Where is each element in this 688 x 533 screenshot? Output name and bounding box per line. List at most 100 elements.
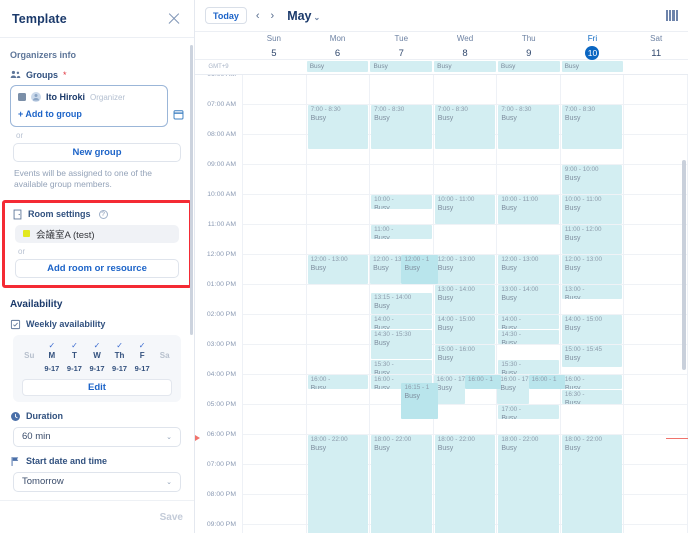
edit-availability-button[interactable]: Edit [22, 378, 172, 396]
calendar-icon[interactable] [173, 107, 184, 120]
hour-cell[interactable] [243, 105, 306, 135]
all-day-cell[interactable]: Busy [433, 60, 497, 74]
calendar-event[interactable]: 16:00 - 1 [528, 375, 565, 389]
hour-cell[interactable] [243, 225, 306, 255]
calendar-event[interactable]: 10:00 - 11:00 Busy [561, 195, 623, 224]
help-icon[interactable]: ? [98, 209, 108, 219]
hour-cell[interactable] [624, 225, 688, 255]
day-header-sun[interactable]: Sun 5 [242, 32, 306, 59]
calendar-event[interactable]: 13:00 - 14:00 Busy [434, 285, 496, 314]
hour-cell[interactable] [624, 105, 688, 135]
calendar-event[interactable]: 16:00 - 17:00 Busy [433, 375, 466, 404]
calendar-event[interactable]: 14:30 - Busy [498, 330, 559, 344]
calendar-event[interactable]: 14:00 - 15:00 Busy [561, 315, 623, 344]
hour-cell[interactable] [306, 195, 370, 225]
add-to-group-button[interactable]: + Add to group [18, 109, 160, 119]
all-day-event[interactable]: Busy [370, 61, 433, 72]
hour-cell[interactable] [243, 345, 306, 375]
hour-cell[interactable] [624, 495, 688, 525]
calendar-event[interactable]: 16:00 - Busy [561, 375, 623, 389]
day-column-tue[interactable]: 7:00 - 8:30 Busy 10:00 - Busy 11:00 - Busy 1… [369, 75, 438, 533]
calendar-scrollbar[interactable] [682, 160, 686, 370]
calendar-event[interactable]: 12:00 - 13:00 Busy [434, 255, 496, 284]
hour-cell[interactable] [243, 435, 306, 465]
hour-cell[interactable] [306, 165, 370, 195]
all-day-cell[interactable]: Busy [369, 60, 433, 74]
day-header-tue[interactable]: Tue 7 [369, 32, 433, 59]
calendar-event[interactable]: 16:00 - 1 [465, 375, 502, 389]
chevron-right-icon[interactable]: › [269, 10, 277, 22]
calendar-event[interactable]: 7:00 - 8:30 Busy [307, 105, 369, 149]
panel-scrollbar[interactable] [190, 45, 193, 335]
duration-select[interactable]: 60 min ⌄ [13, 426, 181, 447]
all-day-cell[interactable] [624, 60, 688, 74]
calendar-event[interactable]: 13:00 - Busy [561, 285, 623, 299]
hour-cell[interactable] [243, 195, 306, 225]
hour-cell[interactable] [624, 285, 688, 315]
calendar-event[interactable]: 7:00 - 8:30 Busy [561, 105, 623, 149]
calendar-event[interactable]: 14:00 - 15:00 Busy [434, 315, 496, 344]
calendar-event[interactable]: 16:00 - 17:00 Busy [497, 375, 529, 404]
day-header-mon[interactable]: Mon 6 [306, 32, 370, 59]
day-column-mon[interactable]: 7:00 - 8:30 Busy 12:00 - 13:00 Busy 16:00 - … [305, 75, 370, 533]
day-column-thu[interactable]: 7:00 - 8:30 Busy 10:00 - 11:00 Busy 12:00 - … [496, 75, 565, 533]
hour-cell[interactable] [497, 75, 560, 105]
hour-cell[interactable] [433, 225, 497, 255]
calendar-event[interactable]: 15:00 - 15:45 Busy [561, 345, 623, 367]
hour-cell[interactable] [243, 405, 306, 435]
new-group-button[interactable]: New group [13, 143, 181, 162]
calendar-event[interactable]: 18:00 - 22:00 Busy [434, 435, 496, 533]
add-room-or-resource-button[interactable]: Add room or resource [15, 258, 179, 278]
hour-cell[interactable] [624, 195, 688, 225]
calendar-event[interactable]: 10:00 - 11:00 Busy [434, 195, 496, 224]
calendar-event[interactable]: 18:00 - 22:00 Busy [498, 435, 559, 533]
hour-cell[interactable] [243, 165, 306, 195]
room-chip[interactable]: 会議室A (test) [15, 224, 179, 243]
checkbox-icon[interactable] [18, 93, 26, 101]
calendar-event[interactable]: 14:00 - Busy [498, 315, 559, 329]
hour-cell[interactable] [433, 405, 497, 435]
hour-cell[interactable] [433, 165, 497, 195]
calendar-event[interactable]: 13:15 - 14:00 Busy [371, 292, 432, 314]
hour-cell[interactable] [624, 315, 688, 345]
calendar-event[interactable]: 18:00 - 22:00 Busy [307, 435, 369, 533]
day-header-thu[interactable]: Thu 9 [497, 32, 561, 59]
all-day-cell[interactable]: Busy [561, 60, 625, 74]
calendar-event[interactable]: 9:00 - 10:00 Busy [561, 165, 623, 194]
calendar-grid-scroll[interactable]: 06:00 AM07:00 AM 08:00 AM 09:00 AM 10:00 AM… [195, 75, 688, 533]
calendar-event[interactable]: 13:00 - 14:00 Busy [498, 285, 559, 314]
calendar-event[interactable]: 14:30 - 15:30 Busy [371, 330, 432, 359]
all-day-event[interactable]: Busy [434, 61, 496, 72]
group-member-row[interactable]: Ito Hiroki Organizer [18, 92, 160, 102]
close-icon[interactable] [166, 11, 182, 27]
hour-cell[interactable] [243, 315, 306, 345]
hour-cell[interactable] [306, 405, 370, 435]
calendar-event[interactable]: 12:00 - 13:00 Busy [498, 255, 559, 284]
hour-cell[interactable] [243, 495, 306, 525]
all-day-event[interactable]: Busy [561, 61, 624, 72]
hour-cell[interactable] [243, 465, 306, 495]
hour-cell[interactable] [624, 255, 688, 285]
hour-cell[interactable] [624, 375, 688, 405]
hour-cell[interactable] [243, 135, 306, 165]
week-check-f[interactable]: ✓ [131, 341, 154, 351]
hour-cell[interactable] [243, 525, 306, 533]
calendar-event[interactable]: 11:00 - 12:00 Busy [561, 225, 623, 254]
hour-cell[interactable] [306, 315, 370, 345]
all-day-event[interactable]: Busy [306, 61, 369, 72]
calendar-event[interactable]: 12:00 - 1 Busy [401, 255, 438, 284]
day-header-wed[interactable]: Wed 8 [433, 32, 497, 59]
hour-cell[interactable] [370, 165, 433, 195]
day-column-wed[interactable]: 7:00 - 8:30 Busy 10:00 - 11:00 Busy 12:00 - … [432, 75, 502, 533]
calendar-event[interactable]: 14:00 - Busy [371, 315, 432, 329]
calendar-event[interactable]: 11:00 - Busy [371, 225, 432, 239]
hour-cell[interactable] [243, 75, 306, 105]
chevron-left-icon[interactable]: ‹ [254, 10, 262, 22]
hour-cell[interactable] [624, 75, 688, 105]
hour-cell[interactable] [624, 165, 688, 195]
hour-cell[interactable] [560, 405, 624, 435]
calendar-event[interactable]: 18:00 - 22:00 Busy [371, 435, 432, 533]
hour-cell[interactable] [306, 285, 370, 315]
calendar-event[interactable]: 15:00 - 16:00 Busy [434, 345, 496, 374]
column-view-icon[interactable] [665, 10, 678, 21]
